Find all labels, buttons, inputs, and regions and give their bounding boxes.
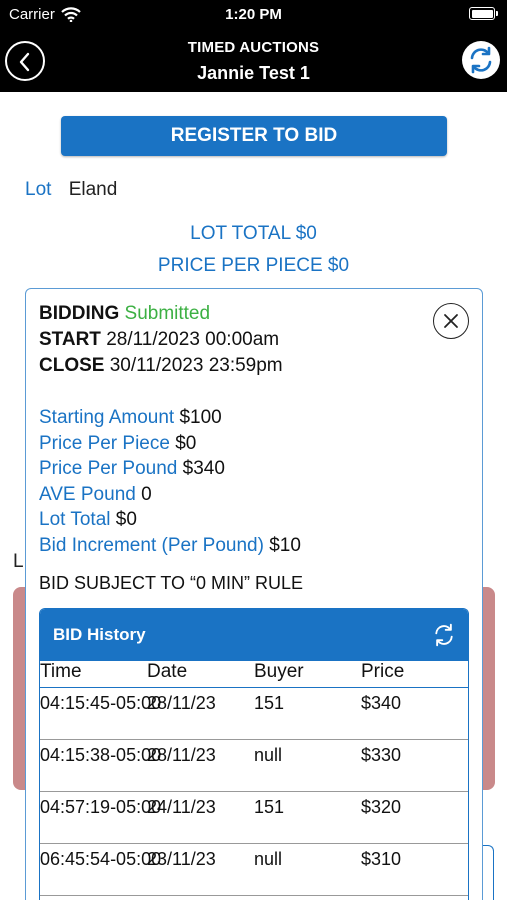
nav-bar: TIMED AUCTIONS Jannie Test 1 (0, 30, 507, 92)
column-header-date: Date (147, 661, 188, 682)
buyer-cell: 151 (254, 693, 285, 713)
close-label: CLOSE (39, 355, 105, 376)
table-row: 06:45:54-05:00 23/11/23 null $310 (40, 844, 468, 896)
detail-starting-amount: Starting Amount $100 (39, 407, 222, 429)
table-row: 04:15:38-05:00 28/11/23 null $330 (40, 740, 468, 792)
lot-label: Lot (25, 179, 52, 200)
lot-total-value: $0 (295, 223, 317, 244)
bid-details-card: BIDDING Submitted START 28/11/2023 00:00… (25, 288, 483, 900)
detail-ave-pound: AVE Pound 0 (39, 484, 152, 506)
column-header-buyer: Buyer (254, 661, 304, 682)
detail-value: $340 (182, 458, 225, 479)
bidding-label: BIDDING (39, 303, 120, 324)
detail-label: Price Per Piece (39, 433, 170, 454)
date-cell: 24/11/23 (147, 797, 216, 817)
price-cell: $330 (361, 745, 402, 765)
bid-history-title: BID History (53, 625, 146, 644)
detail-label: AVE Pound (39, 484, 136, 505)
start-row: START 28/11/2023 00:00am (39, 329, 279, 351)
clock: 1:20 PM (225, 6, 282, 23)
nav-title: TIMED AUCTIONS (187, 39, 320, 56)
detail-value: 0 (141, 484, 152, 505)
column-header-price: Price (361, 661, 405, 682)
time-cell: 04:15:45-05:00 (40, 693, 162, 713)
background-partial-label: L (13, 551, 24, 572)
price-per-piece-summary: PRICE PER PIECE $0 (0, 255, 507, 277)
table-row: 04:57:19-05:00 24/11/23 151 $320 (40, 792, 468, 844)
buyer-cell: null (254, 745, 283, 765)
lot-value: Eland (68, 179, 118, 200)
bid-rule-text: BID SUBJECT TO “0 MIN” RULE (39, 573, 304, 593)
start-label: START (39, 329, 101, 350)
status-bar: Carrier 1:20 PM (0, 0, 507, 30)
buyer-cell: 151 (254, 797, 285, 817)
date-cell: 23/11/23 (147, 849, 216, 869)
battery-icon (469, 7, 498, 20)
detail-price-per-piece: Price Per Piece $0 (39, 433, 196, 455)
start-value: 28/11/2023 00:00am (106, 329, 280, 350)
refresh-icon (435, 623, 453, 647)
date-cell: 28/11/23 (147, 693, 216, 713)
detail-value: $10 (269, 535, 301, 556)
time-cell: 04:15:38-05:00 (40, 745, 162, 765)
lot-row: Lot Eland (25, 179, 117, 201)
time-cell: 04:57:19-05:00 (40, 797, 162, 817)
bidding-status-row: BIDDING Submitted (39, 303, 210, 325)
bidding-status: Submitted (124, 303, 211, 324)
bid-history-header: BID History (40, 609, 468, 661)
lot-total-label: LOT TOTAL (190, 223, 291, 244)
register-to-bid-button[interactable]: REGISTER TO BID (61, 116, 447, 156)
price-per-piece-label: PRICE PER PIECE (157, 255, 323, 276)
detail-label: Bid Increment (Per Pound) (39, 535, 264, 556)
column-header-time: Time (40, 661, 82, 682)
table-header-row: Time Date Buyer Price (40, 661, 468, 688)
price-per-piece-value: $0 (327, 255, 350, 276)
detail-value: $0 (115, 509, 137, 530)
date-cell: 28/11/23 (147, 745, 216, 765)
refresh-button[interactable] (462, 41, 500, 79)
bid-history-panel: BID History Time Date Buyer Price 04:15:… (39, 608, 469, 900)
detail-lot-total: Lot Total $0 (39, 509, 137, 531)
nav-subtitle: Jannie Test 1 (197, 63, 310, 83)
detail-label: Price Per Pound (39, 458, 178, 479)
time-cell: 06:45:54-05:00 (40, 849, 162, 869)
detail-price-per-pound: Price Per Pound $340 (39, 458, 225, 480)
table-row: 04:15:45-05:00 28/11/23 151 $340 (40, 688, 468, 740)
history-refresh-button[interactable] (432, 623, 456, 652)
close-value: 30/11/2023 23:59pm (109, 355, 283, 376)
price-cell: $310 (361, 849, 402, 869)
price-cell: $320 (361, 797, 402, 817)
detail-value: $0 (175, 433, 197, 454)
detail-bid-increment: Bid Increment (Per Pound) $10 (39, 535, 301, 557)
close-button[interactable] (433, 303, 469, 339)
refresh-icon (470, 46, 492, 74)
close-row: CLOSE 30/11/2023 23:59pm (39, 355, 283, 377)
price-cell: $340 (361, 693, 402, 713)
detail-label: Lot Total (39, 509, 111, 530)
detail-value: $100 (179, 407, 222, 428)
close-icon (444, 314, 458, 328)
lot-total-summary: LOT TOTAL $0 (0, 223, 507, 245)
buyer-cell: null (254, 849, 283, 869)
detail-label: Starting Amount (39, 407, 175, 428)
